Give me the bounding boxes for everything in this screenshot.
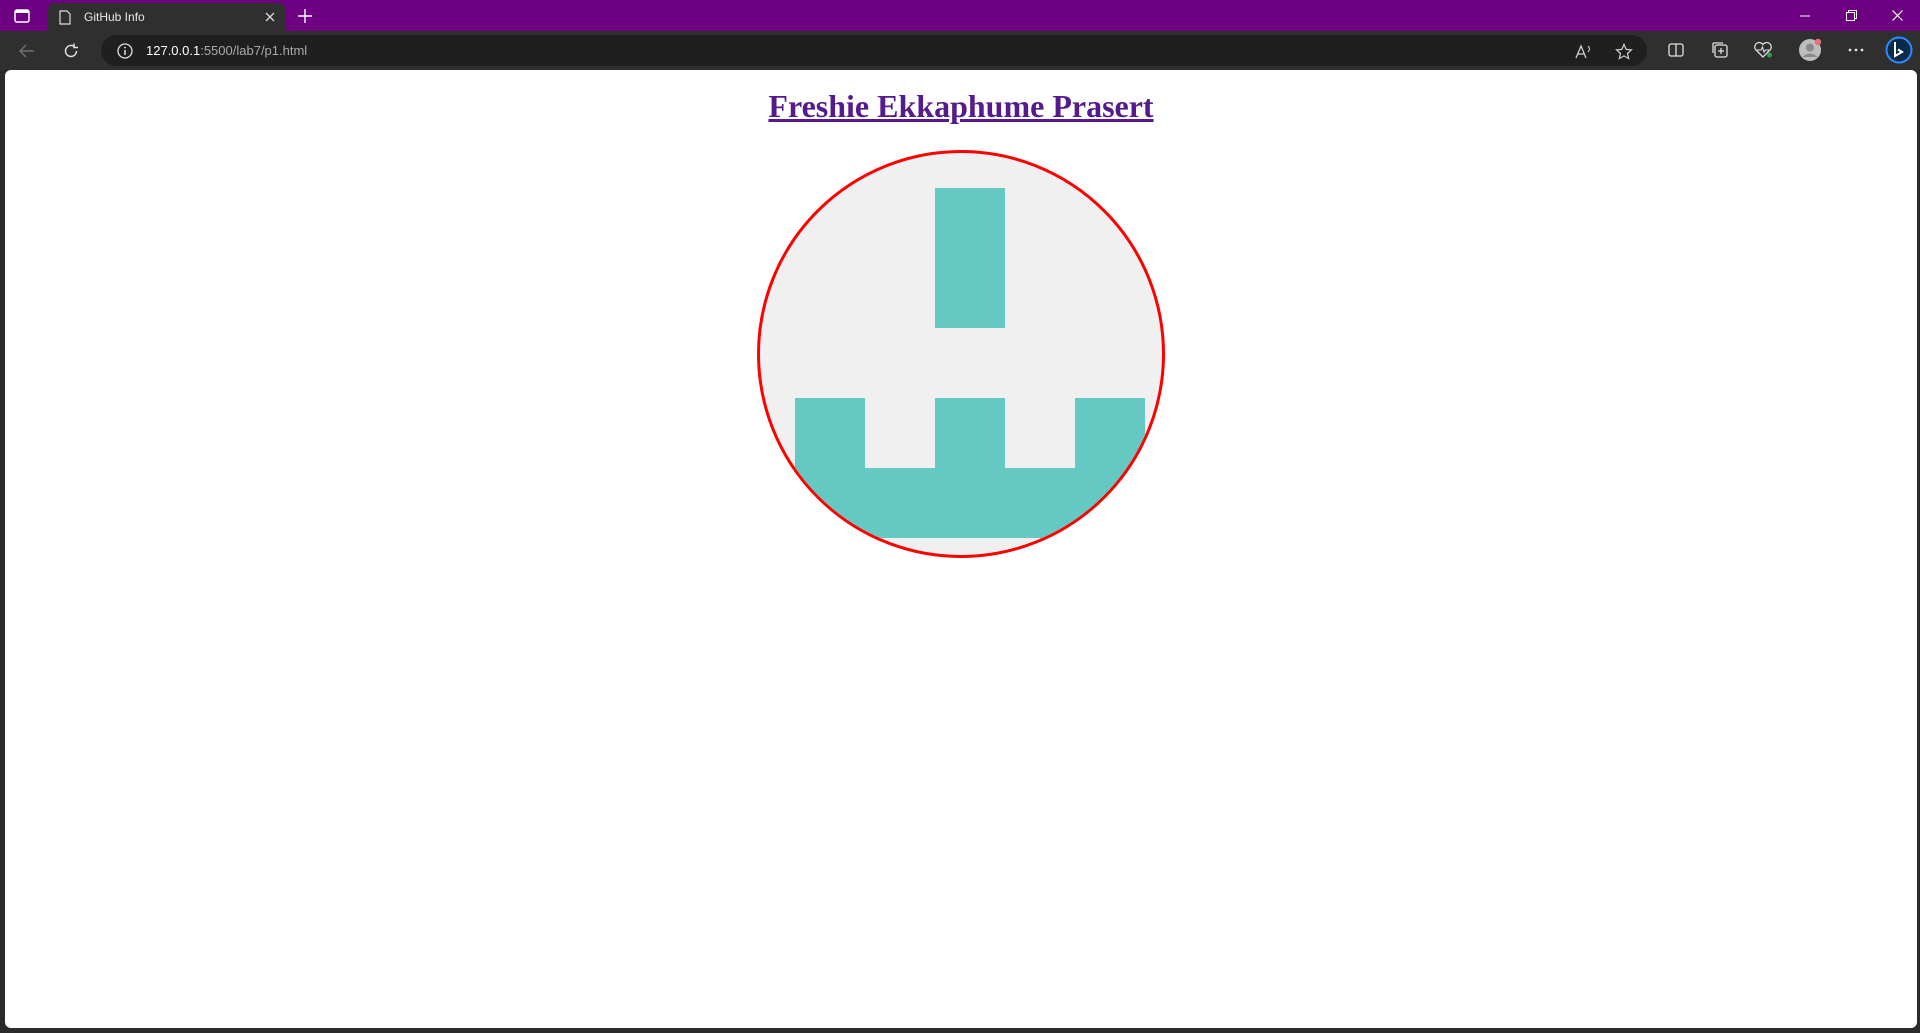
title-bar: GitHub Info (0, 0, 1920, 31)
browser-essentials-icon[interactable] (1750, 37, 1776, 63)
tab-title: GitHub Info (84, 10, 145, 24)
close-window-icon[interactable] (1874, 0, 1920, 31)
close-icon[interactable] (260, 7, 280, 27)
browser-toolbar: 127.0.0.1 :5500/lab7/p1.html (0, 31, 1920, 70)
page-icon (58, 9, 72, 25)
address-bar[interactable]: 127.0.0.1 :5500/lab7/p1.html (101, 35, 1647, 66)
refresh-icon[interactable] (56, 36, 86, 66)
page-heading: Freshie Ekkaphume Prasert (5, 88, 1917, 125)
split-screen-icon[interactable] (1663, 37, 1689, 63)
page-viewport: Freshie Ekkaphume Prasert (5, 70, 1917, 1028)
github-identicon-avatar (757, 150, 1165, 558)
identicon-cell (795, 468, 1145, 538)
bing-copilot-icon[interactable] (1884, 35, 1914, 65)
url-host: 127.0.0.1 (146, 43, 201, 58)
tab-actions-icon[interactable] (12, 7, 32, 25)
plus-icon[interactable] (294, 5, 316, 27)
back-icon[interactable] (12, 36, 42, 66)
collections-icon[interactable] (1707, 37, 1733, 63)
favorite-star-icon[interactable] (1613, 41, 1635, 63)
info-icon[interactable] (116, 42, 134, 60)
profile-name-link[interactable]: Freshie Ekkaphume Prasert (768, 88, 1153, 124)
url-path: :5500/lab7/p1.html (200, 43, 308, 58)
identicon-cell (935, 188, 1005, 328)
minimize-icon[interactable] (1782, 0, 1828, 31)
tab-github-info[interactable]: GitHub Info (48, 3, 286, 31)
restore-icon[interactable] (1828, 0, 1874, 31)
more-icon[interactable] (1843, 37, 1869, 63)
profile-avatar-icon[interactable] (1797, 37, 1823, 63)
read-aloud-icon[interactable] (1573, 41, 1595, 63)
